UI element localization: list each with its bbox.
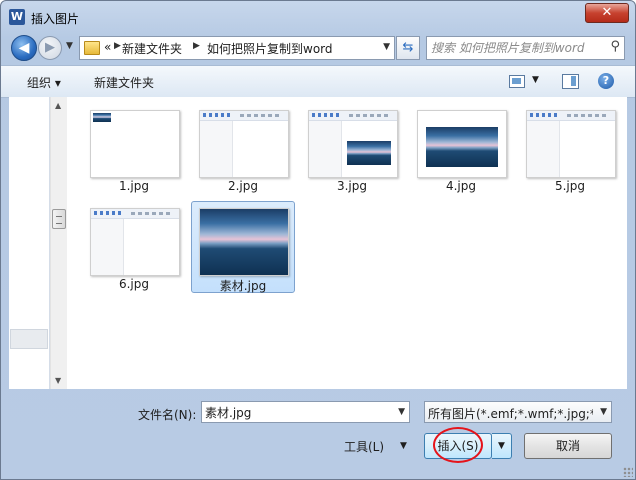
cancel-button[interactable]: 取消 — [524, 433, 612, 459]
title-bar: W 插入图片 ✕ — [1, 1, 635, 33]
scroll-down-icon[interactable]: ▼ — [55, 376, 61, 385]
dialog-footer: 文件名(N): ▼ 所有图片(*.emf;*.wmf;*.jpg;*.jp ▼ … — [1, 390, 635, 479]
help-icon[interactable]: ? — [598, 73, 614, 89]
forward-button[interactable]: ▶ — [38, 36, 62, 60]
change-view-icon[interactable] — [509, 75, 525, 88]
refresh-button[interactable]: ⇆ — [396, 36, 420, 60]
arrow-left-icon: ◀ — [18, 40, 30, 56]
photo-thumbnail — [93, 113, 111, 122]
file-type-value: 所有图片(*.emf;*.wmf;*.jpg;*.jp — [428, 407, 593, 421]
file-name: 5.jpg — [554, 179, 586, 193]
scrollbar-thumb[interactable] — [52, 209, 66, 229]
file-type-select[interactable]: 所有图片(*.emf;*.wmf;*.jpg;*.jp ▼ — [424, 401, 612, 423]
insert-button[interactable]: 插入(S) — [424, 433, 492, 459]
file-item[interactable]: 4.jpg — [409, 103, 513, 195]
breadcrumb-item-new-folder[interactable]: 新建文件夹 — [122, 40, 182, 57]
file-name: 2.jpg — [227, 179, 259, 193]
chevron-down-icon[interactable]: ▼ — [383, 42, 390, 52]
file-item[interactable]: 3.jpg — [300, 103, 404, 195]
file-name: 素材.jpg — [219, 279, 267, 293]
file-item[interactable]: 1.jpg — [82, 103, 186, 195]
word-icon: W — [9, 9, 25, 25]
back-button[interactable]: ◀ — [11, 35, 37, 61]
preview-pane-icon[interactable] — [562, 74, 579, 89]
file-item[interactable]: 6.jpg — [82, 201, 186, 293]
dialog-title: 插入图片 — [31, 12, 80, 26]
file-thumbnail — [417, 110, 507, 178]
doc-sidebar-graphic — [527, 121, 560, 177]
file-name: 4.jpg — [445, 179, 477, 193]
doc-sidebar-graphic — [91, 219, 124, 275]
doc-ribbon-graphic — [527, 111, 615, 121]
arrow-right-icon: ▶ — [45, 40, 55, 55]
command-bar: 组织 ▾ 新建文件夹 ▼ ? — [1, 65, 635, 98]
doc-sidebar-graphic — [309, 121, 342, 177]
file-item-selected[interactable]: 素材.jpg — [191, 201, 295, 293]
breadcrumb-item-current-folder[interactable]: 如何把照片复制到word — [207, 40, 333, 57]
search-box[interactable]: ⚲ — [426, 36, 625, 60]
organize-button[interactable]: 组织 ▾ — [27, 74, 61, 91]
address-row: ◀ ▶ ▼ « ▶ 新建文件夹 ▶ 如何把照片复制到word ▼ ⇆ ⚲ — [1, 33, 635, 61]
file-list[interactable]: 1.jpg 2.jpg 3.jpg 4.jpg 5.jpg 6.jpg 素材.j… — [67, 97, 627, 389]
search-icon[interactable]: ⚲ — [610, 39, 620, 54]
file-item[interactable]: 5.jpg — [518, 103, 622, 195]
nav-selected-item[interactable] — [10, 329, 48, 349]
doc-ribbon-graphic — [309, 111, 397, 121]
doc-ribbon-graphic — [91, 209, 179, 219]
new-folder-button[interactable]: 新建文件夹 — [94, 74, 154, 91]
chevron-down-icon[interactable]: ▼ — [532, 75, 539, 85]
photo-thumbnail — [426, 127, 498, 167]
tools-button[interactable]: 工具(L) — [344, 438, 384, 455]
filename-combobox[interactable]: ▼ — [201, 401, 410, 423]
file-thumbnail — [90, 110, 180, 178]
file-thumbnail — [199, 208, 289, 276]
nav-scrollbar[interactable]: ▲ ▼ — [50, 97, 68, 389]
doc-ribbon-graphic — [200, 111, 288, 121]
breadcrumb[interactable]: « ▶ 新建文件夹 ▶ 如何把照片复制到word ▼ — [79, 36, 395, 60]
insert-options-button[interactable]: ▼ — [492, 433, 512, 459]
file-thumbnail — [526, 110, 616, 178]
doc-sidebar-graphic — [200, 121, 233, 177]
file-name: 1.jpg — [118, 179, 150, 193]
refresh-icon: ⇆ — [402, 40, 414, 55]
filename-input[interactable] — [205, 404, 385, 420]
recent-locations-button[interactable]: ▼ — [66, 41, 73, 51]
photo-thumbnail — [200, 209, 288, 275]
chevron-down-icon[interactable]: ▼ — [600, 407, 607, 417]
chevron-right-icon[interactable]: ▶ — [193, 41, 200, 51]
photo-thumbnail — [347, 141, 391, 165]
search-input[interactable] — [431, 39, 599, 56]
scroll-up-icon[interactable]: ▲ — [55, 101, 61, 110]
file-name: 6.jpg — [118, 277, 150, 291]
breadcrumb-overflow[interactable]: « — [104, 40, 111, 54]
chevron-down-icon[interactable]: ▼ — [398, 407, 405, 417]
chevron-down-icon: ▼ — [498, 441, 505, 451]
file-name: 3.jpg — [336, 179, 368, 193]
folder-icon — [84, 41, 100, 55]
chevron-down-icon[interactable]: ▼ — [400, 441, 407, 451]
file-item[interactable]: 2.jpg — [191, 103, 295, 195]
navigation-pane[interactable] — [9, 97, 50, 389]
file-thumbnail — [308, 110, 398, 178]
insert-picture-dialog: W 插入图片 ✕ ◀ ▶ ▼ « ▶ 新建文件夹 ▶ 如何把照片复制到word … — [0, 0, 636, 480]
filename-label: 文件名(N): — [138, 408, 197, 422]
file-thumbnail — [90, 208, 180, 276]
file-thumbnail — [199, 110, 289, 178]
chevron-right-icon[interactable]: ▶ — [114, 41, 121, 51]
close-button[interactable]: ✕ — [585, 3, 629, 23]
resize-grip[interactable] — [623, 467, 633, 477]
